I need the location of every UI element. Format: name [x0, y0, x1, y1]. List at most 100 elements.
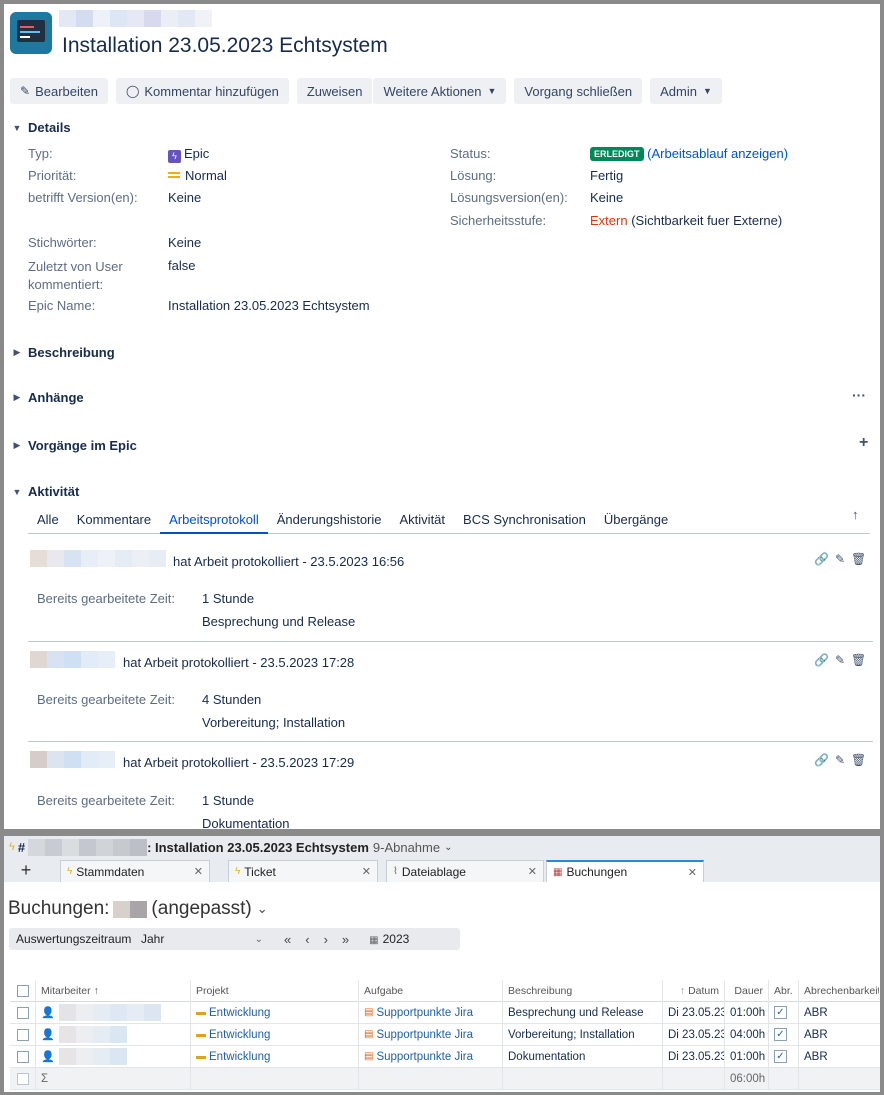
trash-icon[interactable]: 🗑 [851, 552, 866, 566]
billable-cell[interactable]: ✓ [769, 1045, 799, 1068]
project-link[interactable]: Entwicklung [209, 1007, 270, 1019]
chevron-down-icon[interactable]: ⌄ [444, 842, 452, 853]
add-tab-button[interactable]: + [4, 858, 48, 882]
edit-button[interactable]: ✎ Bearbeiten [10, 78, 108, 104]
tab-bcs-sync[interactable]: BCS Synchronisation [454, 508, 595, 534]
col-header-date[interactable]: ↑ Datum [663, 979, 725, 1002]
sum-select-cell[interactable] [10, 1067, 36, 1090]
tab-activity[interactable]: Aktivität [391, 508, 455, 534]
project-link[interactable]: Entwicklung [209, 1051, 270, 1063]
breadcrumb-redacted[interactable] [59, 10, 212, 27]
task-cell[interactable]: ▤ Supportpunkte Jira [359, 1045, 503, 1068]
row-select-cell[interactable] [10, 1001, 36, 1024]
task-link[interactable]: Supportpunkte Jira [376, 1007, 473, 1019]
details-section-toggle[interactable]: ▼ Details [12, 120, 71, 135]
period-select[interactable]: Jahr ⌄ [136, 930, 268, 948]
billable-checkbox[interactable]: ✓ [774, 1006, 787, 1019]
col-header-task[interactable]: Aufgabe [359, 979, 503, 1002]
project-cell[interactable]: ▬ Entwicklung [191, 1045, 359, 1068]
col-header-duration[interactable]: Dauer [725, 979, 769, 1002]
sum-empty [799, 1068, 879, 1090]
last-page-icon[interactable]: » [342, 932, 349, 947]
row-select-cell[interactable] [10, 1045, 36, 1068]
add-comment-button[interactable]: ◯ Kommentar hinzufügen [115, 78, 289, 104]
worklog-description: Vorbereitung; Installation [202, 715, 346, 730]
pencil-icon[interactable]: ✎ [835, 753, 845, 767]
admin-button[interactable]: Admin ▼ [650, 78, 722, 104]
close-icon[interactable]: ✕ [688, 866, 697, 879]
tab-history[interactable]: Änderungshistorie [268, 508, 391, 534]
select-all-cell[interactable] [10, 979, 36, 1002]
project-avatar-icon[interactable] [10, 12, 52, 54]
close-icon[interactable]: ✕ [528, 865, 537, 878]
tab-ticket[interactable]: ϟ Ticket ✕ [228, 860, 378, 882]
description-cell: Besprechung und Release [503, 1001, 663, 1024]
user-name-redacted[interactable] [30, 550, 166, 567]
description-heading: Beschreibung [28, 345, 115, 360]
project-cell[interactable]: ▬ Entwicklung [191, 1001, 359, 1024]
tab-worklog[interactable]: Arbeitsprotokoll [160, 508, 268, 534]
close-icon[interactable]: ✕ [194, 865, 203, 878]
tab-comments[interactable]: Kommentare [68, 508, 160, 534]
assign-button[interactable]: Zuweisen [296, 78, 373, 104]
period-select-value: Jahr [141, 932, 165, 946]
table-row[interactable]: 👤 ▬ Entwicklung ▤ Supportpunkte Jira Vorbe… [10, 1023, 880, 1046]
table-row[interactable]: 👤 ▬ Entwicklung ▤ Supportpunkte Jira Bespr… [10, 1001, 880, 1024]
col-header-billable[interactable]: Abr. [769, 979, 799, 1002]
task-link[interactable]: Supportpunkte Jira [376, 1051, 473, 1063]
billable-cell[interactable]: ✓ [769, 1001, 799, 1024]
row-select-cell[interactable] [10, 1023, 36, 1046]
row-checkbox[interactable] [16, 1050, 29, 1063]
description-section-toggle[interactable]: ▶ Beschreibung [12, 345, 115, 360]
sum-checkbox[interactable] [16, 1072, 29, 1085]
pencil-icon[interactable]: ✎ [835, 552, 845, 566]
task-cell[interactable]: ▤ Supportpunkte Jira [359, 1023, 503, 1046]
arrow-up-icon[interactable]: ↑ [852, 507, 859, 522]
trash-icon[interactable]: 🗑 [851, 753, 866, 767]
billable-checkbox[interactable]: ✓ [774, 1050, 787, 1063]
add-icon[interactable]: + [859, 434, 868, 452]
billable-checkbox[interactable]: ✓ [774, 1028, 787, 1041]
user-name-redacted[interactable] [30, 651, 115, 668]
more-options-icon[interactable]: ··· [852, 387, 866, 403]
trash-icon[interactable]: 🗑 [851, 653, 866, 667]
tab-stammdaten[interactable]: ϟ Stammdaten ✕ [60, 860, 210, 882]
table-row[interactable]: 👤 ▬ Entwicklung ▤ Supportpunkte Jira Dokum… [10, 1045, 880, 1068]
tab-buchungen[interactable]: ▦ Buchungen ✕ [546, 860, 704, 882]
total-duration: 06:00h [725, 1067, 769, 1090]
year-picker[interactable]: ▦ 2023 [369, 932, 409, 946]
chevron-down-icon[interactable]: ⌄ [257, 901, 268, 917]
link-icon[interactable]: 🔗 [814, 753, 829, 767]
epic-issues-section-toggle[interactable]: ▶ Vorgänge im Epic [12, 438, 137, 453]
prev-page-icon[interactable]: ‹ [305, 932, 309, 947]
col-header-description[interactable]: Beschreibung [503, 979, 663, 1002]
tab-all[interactable]: Alle [28, 508, 68, 534]
task-link[interactable]: Supportpunkte Jira [376, 1029, 473, 1041]
pencil-icon[interactable]: ✎ [835, 653, 845, 667]
task-cell[interactable]: ▤ Supportpunkte Jira [359, 1001, 503, 1024]
link-icon[interactable]: 🔗 [814, 653, 829, 667]
sort-up-icon: ↑ [679, 984, 686, 997]
close-icon[interactable]: ✕ [362, 865, 371, 878]
more-actions-button[interactable]: Weitere Aktionen ▼ [373, 78, 507, 104]
col-header-billing[interactable]: Abrechenbarkeit [799, 980, 879, 1002]
user-name-redacted[interactable] [30, 751, 115, 768]
col-header-employee[interactable]: Mitarbeiter ↑ [36, 979, 191, 1002]
close-issue-button[interactable]: Vorgang schließen [514, 78, 643, 104]
attachments-section-toggle[interactable]: ▶ Anhänge [12, 390, 84, 405]
col-header-project[interactable]: Projekt [191, 979, 359, 1002]
project-link[interactable]: Entwicklung [209, 1029, 270, 1041]
link-icon[interactable]: 🔗 [814, 552, 829, 566]
tab-transitions[interactable]: Übergänge [595, 508, 677, 534]
ticket-phase[interactable]: 9-Abnahme [373, 840, 440, 855]
project-cell[interactable]: ▬ Entwicklung [191, 1023, 359, 1046]
first-page-icon[interactable]: « [284, 932, 291, 947]
select-all-checkbox[interactable] [16, 984, 29, 997]
billable-cell[interactable]: ✓ [769, 1023, 799, 1046]
view-workflow-link[interactable]: (Arbeitsablauf anzeigen) [647, 146, 788, 161]
tab-dateiablage[interactable]: ⌇ Dateiablage ✕ [386, 860, 544, 882]
next-page-icon[interactable]: › [324, 932, 328, 947]
row-checkbox[interactable] [16, 1028, 29, 1041]
activity-section-toggle[interactable]: ▼ Aktivität [12, 484, 80, 499]
row-checkbox[interactable] [16, 1006, 29, 1019]
